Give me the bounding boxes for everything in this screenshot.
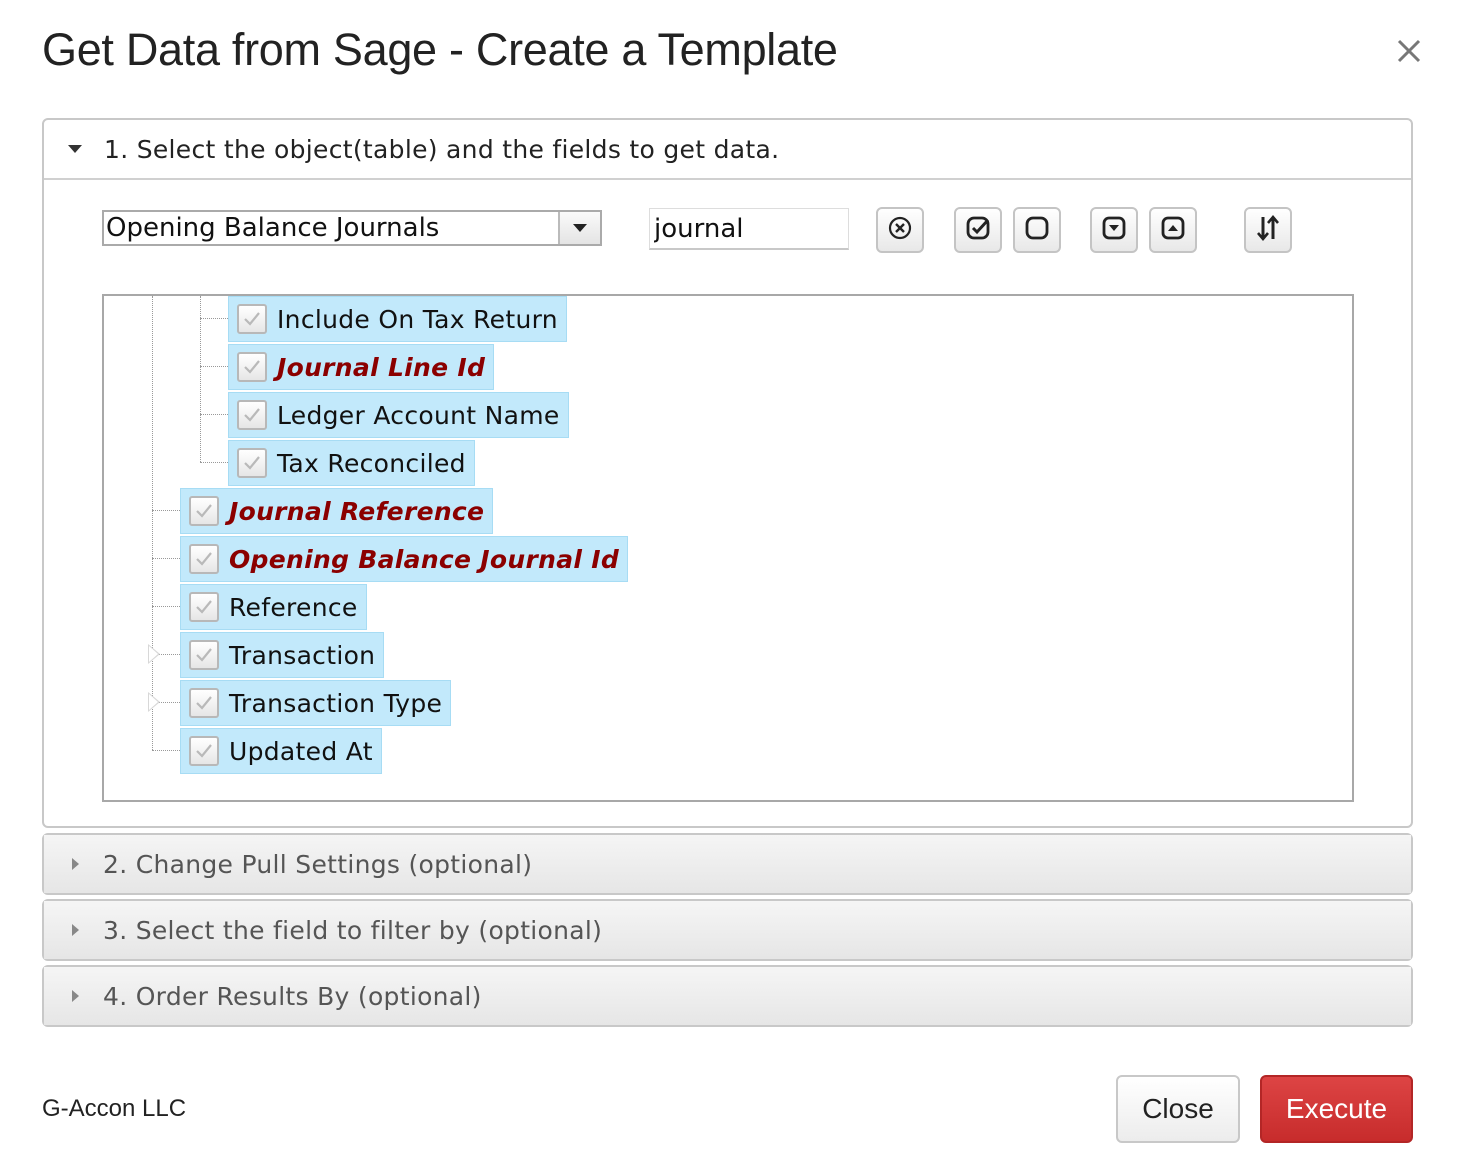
sort-button[interactable] <box>1244 207 1292 253</box>
checkbox-checked-icon[interactable] <box>189 688 219 718</box>
field-tree: Include On Tax Return Journal Line Id Le… <box>102 294 1354 802</box>
clear-search-button[interactable] <box>876 207 924 253</box>
tree-node-include-on-tax-return[interactable]: Include On Tax Return <box>228 296 567 342</box>
tree-node-label: Ledger Account Name <box>277 400 560 430</box>
tree-guide-line <box>200 296 201 462</box>
check-all-icon <box>964 214 992 246</box>
tree-node-opening-balance-journal-id[interactable]: Opening Balance Journal Id <box>180 536 629 582</box>
caret-right-icon <box>72 858 79 870</box>
tree-branch-line <box>200 366 228 367</box>
checkbox-checked-icon[interactable] <box>189 640 219 670</box>
tree-branch-line <box>200 318 228 319</box>
checkbox-checked-icon[interactable] <box>189 592 219 622</box>
tree-branch-line <box>200 414 228 415</box>
close-button[interactable]: Close <box>1116 1075 1240 1143</box>
checkbox-checked-icon[interactable] <box>189 544 219 574</box>
tree-node-transaction-type[interactable]: Transaction Type <box>180 680 452 726</box>
tree-node-updated-at[interactable]: Updated At <box>180 728 382 774</box>
tree-node-transaction[interactable]: Transaction <box>180 632 385 678</box>
tree-node-label: Journal Line Id <box>277 352 486 382</box>
expand-node-icon[interactable] <box>148 644 160 664</box>
section-3-title: 3. Select the field to filter by (option… <box>103 915 603 945</box>
tree-node-reference[interactable]: Reference <box>180 584 367 630</box>
checkbox-checked-icon[interactable] <box>237 352 267 382</box>
uncheck-all-button[interactable] <box>1013 207 1061 253</box>
checkbox-checked-icon[interactable] <box>237 448 267 478</box>
tree-node-label: Reference <box>229 592 358 622</box>
check-all-button[interactable] <box>954 207 1002 253</box>
tree-node-ledger-account-name[interactable]: Ledger Account Name <box>228 392 569 438</box>
execute-button[interactable]: Execute <box>1260 1075 1413 1143</box>
expand-node-icon[interactable] <box>148 692 160 712</box>
section-order-results: 4. Order Results By (optional) <box>42 965 1413 1027</box>
tree-node-label: Transaction Type <box>229 688 443 718</box>
tree-branch-line <box>152 558 180 559</box>
sort-icon <box>1254 213 1282 247</box>
tree-guide-line <box>152 296 153 750</box>
tree-branch-line <box>152 606 180 607</box>
collapse-all-button[interactable] <box>1149 207 1197 253</box>
checkbox-checked-icon[interactable] <box>189 496 219 526</box>
clear-circle-x-icon <box>887 215 913 245</box>
dropdown-button[interactable] <box>558 212 600 244</box>
caret-right-icon <box>72 990 79 1002</box>
collapse-all-icon <box>1159 214 1187 246</box>
checkbox-checked-icon[interactable] <box>189 736 219 766</box>
checkbox-checked-icon[interactable] <box>237 304 267 334</box>
tree-node-label: Include On Tax Return <box>277 304 558 334</box>
tree-branch-line <box>152 510 180 511</box>
caret-down-icon <box>68 145 82 153</box>
tree-node-journal-line-id[interactable]: Journal Line Id <box>228 344 495 390</box>
section-4-header[interactable]: 4. Order Results By (optional) <box>44 967 1411 1025</box>
section-1-title: 1. Select the object(table) and the fiel… <box>104 134 780 164</box>
section-select-object: 1. Select the object(table) and the fiel… <box>42 118 1413 828</box>
tree-branch-line <box>152 750 180 751</box>
section-2-header[interactable]: 2. Change Pull Settings (optional) <box>44 835 1411 893</box>
object-select-value: Opening Balance Journals <box>106 213 440 243</box>
caret-right-icon <box>72 924 79 936</box>
section-2-title: 2. Change Pull Settings (optional) <box>103 849 533 879</box>
tree-node-label: Tax Reconciled <box>277 448 466 478</box>
tree-branch-line <box>200 462 228 463</box>
tree-node-tax-reconciled[interactable]: Tax Reconciled <box>228 440 475 486</box>
expand-all-icon <box>1100 214 1128 246</box>
uncheck-all-icon <box>1023 214 1051 246</box>
tree-node-label: Opening Balance Journal Id <box>229 544 620 574</box>
field-search-input[interactable] <box>649 208 849 250</box>
expand-all-button[interactable] <box>1090 207 1138 253</box>
chevron-down-icon <box>573 224 587 232</box>
section-3-header[interactable]: 3. Select the field to filter by (option… <box>44 901 1411 959</box>
close-icon[interactable] <box>1390 32 1428 70</box>
checkbox-checked-icon[interactable] <box>237 400 267 430</box>
tree-node-journal-reference[interactable]: Journal Reference <box>180 488 494 534</box>
section-pull-settings: 2. Change Pull Settings (optional) <box>42 833 1413 895</box>
section-4-title: 4. Order Results By (optional) <box>103 981 482 1011</box>
object-select[interactable]: Opening Balance Journals <box>102 210 602 246</box>
tree-node-label: Transaction <box>229 640 376 670</box>
section-filter: 3. Select the field to filter by (option… <box>42 899 1413 961</box>
section-1-header[interactable]: 1. Select the object(table) and the fiel… <box>44 120 1411 180</box>
brand-label: G-Accon LLC <box>42 1095 187 1122</box>
tree-node-label: Journal Reference <box>229 496 485 526</box>
dialog-title: Get Data from Sage - Create a Template <box>42 24 838 75</box>
tree-node-label: Updated At <box>229 736 373 766</box>
